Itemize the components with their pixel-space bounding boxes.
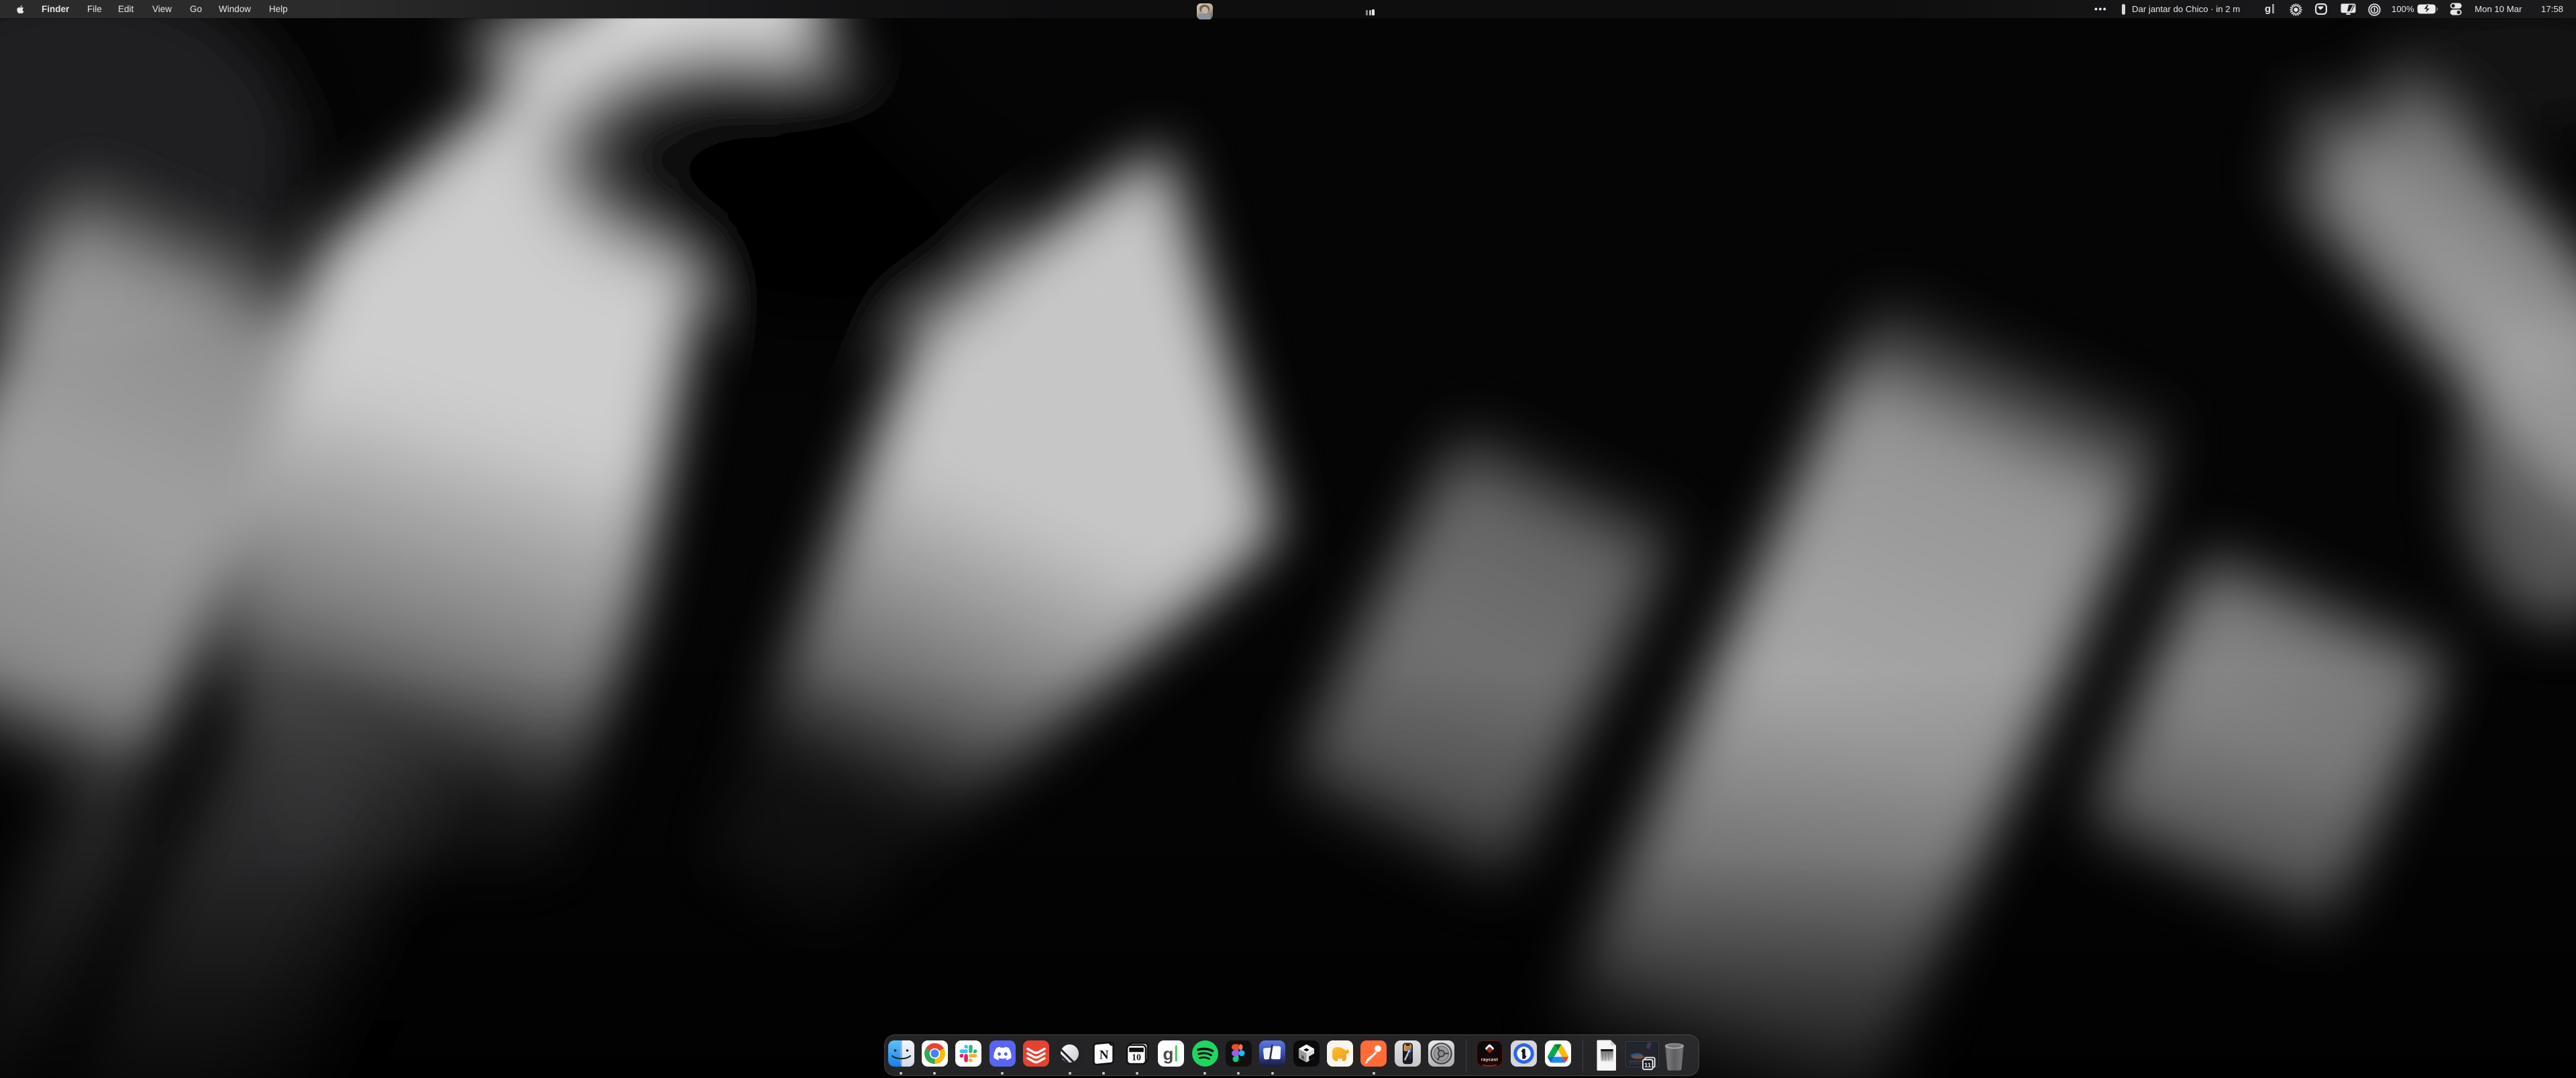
svg-text:11: 11 [1644,1062,1652,1069]
svg-text:10: 10 [1132,1053,1141,1063]
svg-text:g: g [1163,1044,1174,1064]
svg-text:raycast: raycast [1481,1058,1499,1063]
svg-text:N: N [1099,1048,1108,1063]
